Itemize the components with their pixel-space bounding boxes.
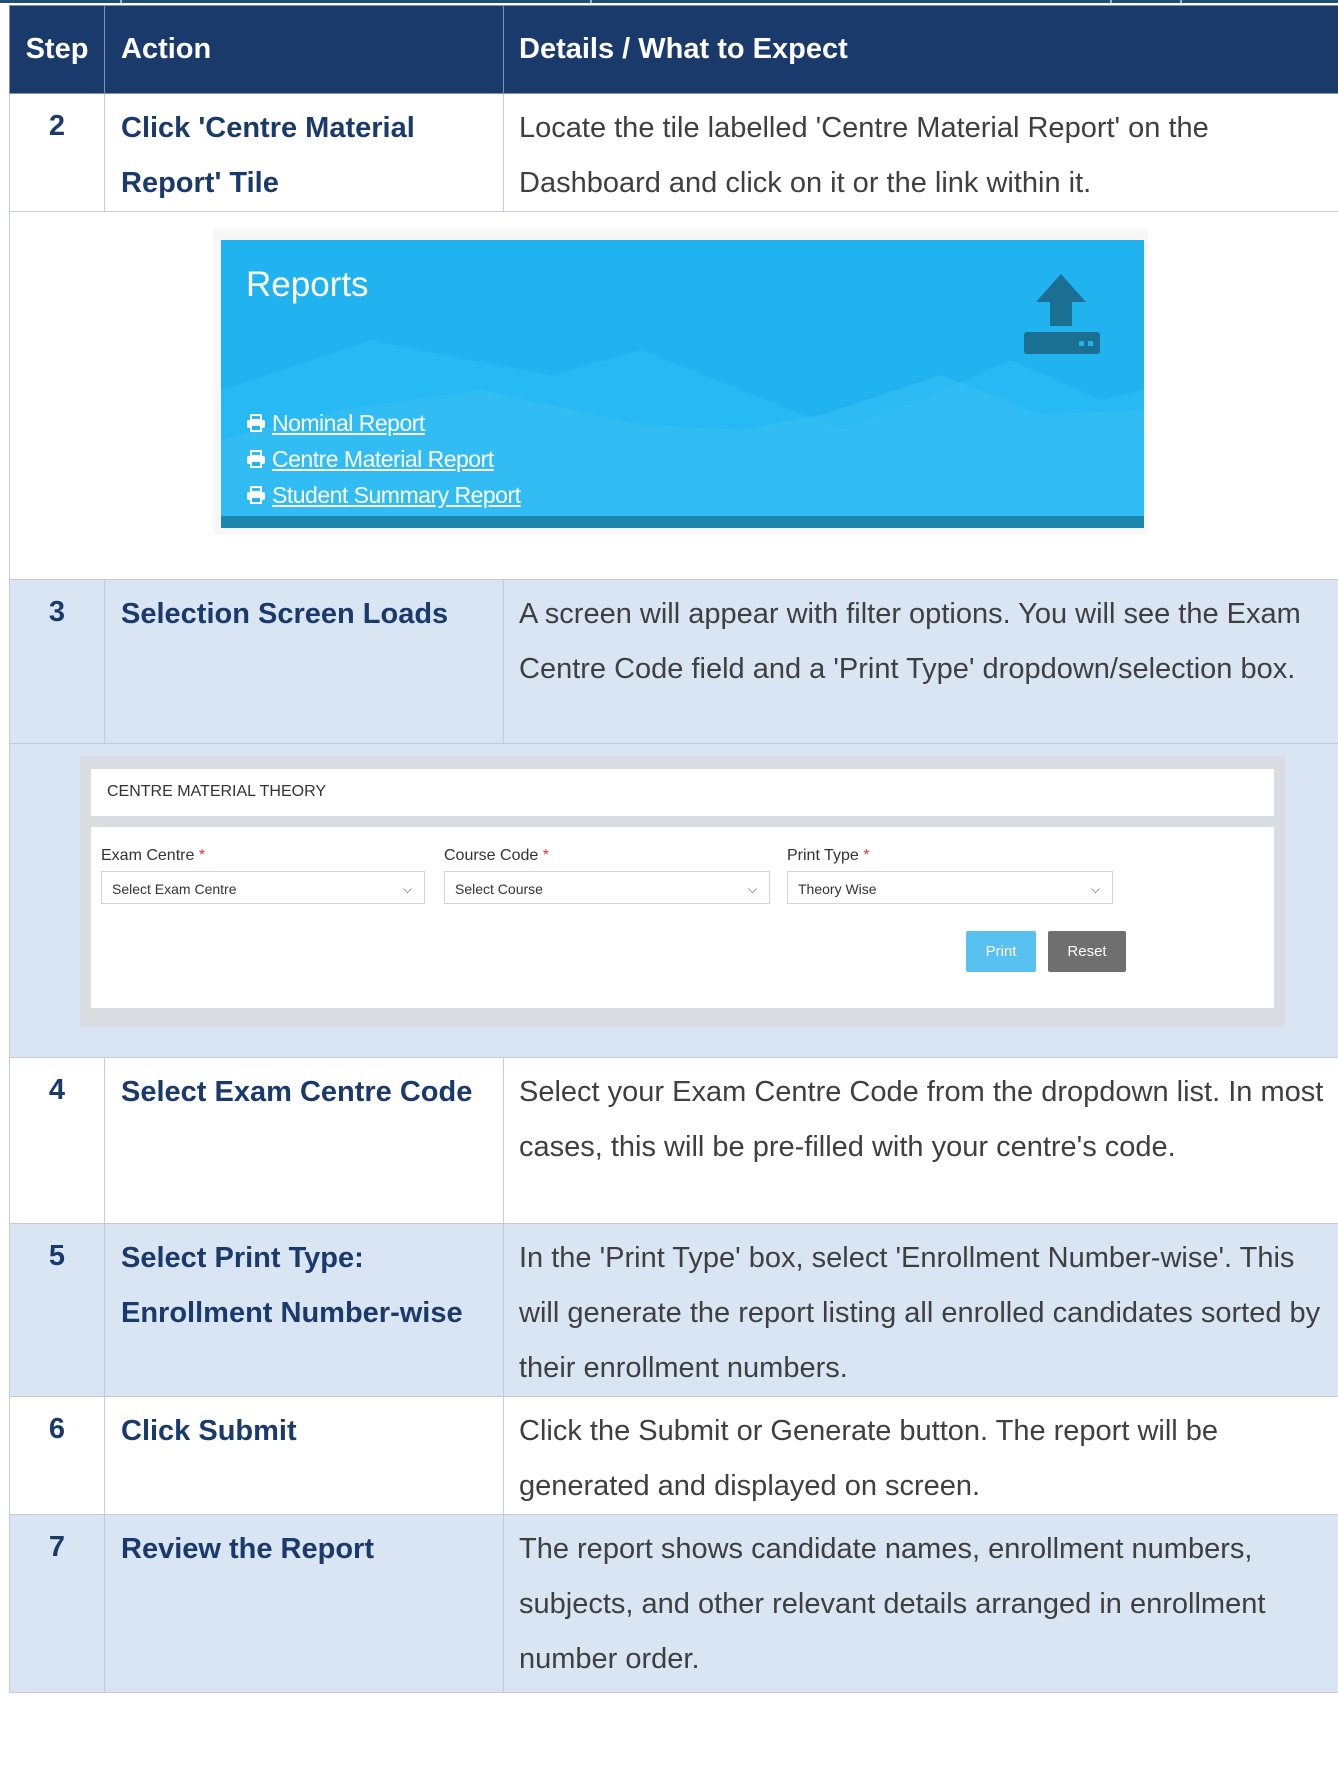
form-body: Exam Centre * Select Exam Centre ⌵ Cours… <box>91 827 1274 1008</box>
required-mark: * <box>542 847 549 864</box>
header-details: Details / What to Expect <box>503 5 1338 94</box>
header-action: Action <box>104 5 504 94</box>
print-type-value: Theory Wise <box>798 881 877 897</box>
table-header-row: Step Action Details / What to Expect <box>9 5 1338 94</box>
step-action: Click 'Centre Material Report' Tile <box>104 93 504 212</box>
header-step: Step <box>9 5 105 94</box>
course-code-label-text: Course Code <box>444 847 539 864</box>
reports-tile[interactable]: Reports Nominal Report Centre Material R… <box>221 240 1144 528</box>
step-number: 4 <box>9 1057 105 1224</box>
step-action: Select Exam Centre Code <box>104 1057 504 1224</box>
table-row: 3 Selection Screen Loads A screen will a… <box>9 579 1338 744</box>
step-details: A screen will appear with filter options… <box>503 579 1338 744</box>
step-action: Review the Report <box>104 1514 504 1693</box>
step-action: Click Submit <box>104 1396 504 1515</box>
divider-tick <box>1110 0 1112 3</box>
step-action: Select Print Type: Enrollment Number-wis… <box>104 1223 504 1397</box>
exam-centre-label-text: Exam Centre <box>101 847 195 864</box>
printer-icon <box>247 486 265 504</box>
chevron-down-icon: ⌵ <box>1090 882 1100 896</box>
print-button[interactable]: Print <box>966 931 1036 972</box>
course-code-label: Course Code * <box>444 847 549 865</box>
print-type-label-text: Print Type <box>787 847 859 864</box>
nominal-report-link[interactable]: Nominal Report <box>246 405 521 441</box>
selection-form-cell: CENTRE MATERIAL THEORY Exam Centre * Sel… <box>9 743 1338 1058</box>
table-row: 7 Review the Report The report shows can… <box>9 1514 1338 1693</box>
print-type-label: Print Type * <box>787 847 869 865</box>
reports-link-list: Nominal Report Centre Material Report St… <box>246 405 521 513</box>
reports-tile-frame: Reports Nominal Report Centre Material R… <box>213 228 1148 534</box>
course-code-select[interactable]: Select Course ⌵ <box>444 871 770 904</box>
top-border-line <box>0 0 1338 3</box>
step-number: 2 <box>9 93 105 212</box>
student-summary-report-label: Student Summary Report <box>272 481 521 508</box>
table-row: 6 Click Submit Click the Submit or Gener… <box>9 1396 1338 1515</box>
chevron-down-icon: ⌵ <box>402 882 412 896</box>
step-number: 5 <box>9 1223 105 1397</box>
step-number: 7 <box>9 1514 105 1693</box>
step-action: Selection Screen Loads <box>104 579 504 744</box>
step-details: The report shows candidate names, enroll… <box>503 1514 1338 1693</box>
selection-form-frame: CENTRE MATERIAL THEORY Exam Centre * Sel… <box>80 756 1285 1027</box>
exam-centre-select[interactable]: Select Exam Centre ⌵ <box>101 871 425 904</box>
table-row: 5 Select Print Type: Enrollment Number-w… <box>9 1223 1338 1397</box>
print-type-select[interactable]: Theory Wise ⌵ <box>787 871 1113 904</box>
screenshot-row-selection-form: CENTRE MATERIAL THEORY Exam Centre * Sel… <box>9 743 1338 1058</box>
printer-icon <box>247 450 265 468</box>
exam-centre-label: Exam Centre * <box>101 847 205 865</box>
printer-icon <box>247 414 265 432</box>
centre-material-report-link[interactable]: Centre Material Report <box>246 441 521 477</box>
reports-tile-cell: Reports Nominal Report Centre Material R… <box>9 211 1338 580</box>
student-summary-report-link[interactable]: Student Summary Report <box>246 477 521 513</box>
form-header: CENTRE MATERIAL THEORY <box>91 769 1274 816</box>
screenshot-row-reports-tile: Reports Nominal Report Centre Material R… <box>9 211 1338 580</box>
step-details: Select your Exam Centre Code from the dr… <box>503 1057 1338 1224</box>
divider-tick <box>590 0 592 3</box>
exam-centre-value: Select Exam Centre <box>112 881 237 897</box>
upload-icon <box>1024 274 1100 354</box>
table-row: 4 Select Exam Centre Code Select your Ex… <box>9 1057 1338 1224</box>
centre-material-report-label: Centre Material Report <box>272 445 494 472</box>
reset-button[interactable]: Reset <box>1048 931 1126 972</box>
divider-tick <box>120 0 122 3</box>
step-details: Click the Submit or Generate button. The… <box>503 1396 1338 1515</box>
form-title: CENTRE MATERIAL THEORY <box>107 783 326 800</box>
step-number: 3 <box>9 579 105 744</box>
required-mark: * <box>198 847 206 864</box>
required-mark: * <box>863 847 870 864</box>
tile-bottom-bar <box>221 516 1144 528</box>
step-number: 6 <box>9 1396 105 1515</box>
chevron-down-icon: ⌵ <box>747 882 757 896</box>
reports-tile-title: Reports <box>246 265 369 304</box>
steps-table: Step Action Details / What to Expect 2 C… <box>9 5 1338 1693</box>
course-code-value: Select Course <box>455 881 543 897</box>
step-details: In the 'Print Type' box, select 'Enrollm… <box>503 1223 1338 1397</box>
table-row: 2 Click 'Centre Material Report' Tile Lo… <box>9 93 1338 212</box>
divider-tick <box>1180 0 1182 3</box>
step-details: Locate the tile labelled 'Centre Materia… <box>503 93 1338 212</box>
nominal-report-label: Nominal Report <box>272 409 425 436</box>
